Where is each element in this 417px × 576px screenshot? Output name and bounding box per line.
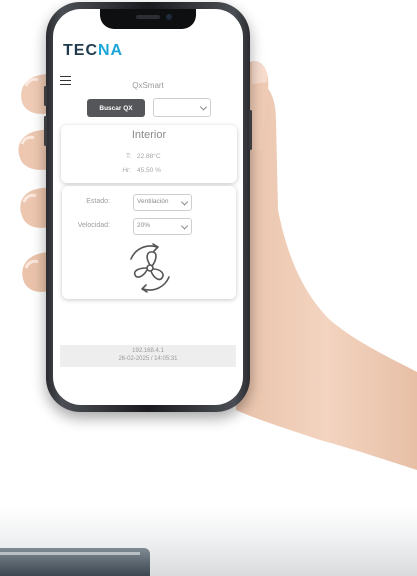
temperature-label: T:: [125, 153, 131, 160]
temperature-row: T: 22.88°C: [113, 153, 161, 160]
chevron-down-icon: [199, 102, 208, 111]
brand-logo-part2: NA: [98, 42, 124, 59]
ip-address: 192.168.4.1: [132, 348, 164, 354]
estado-value: Ventilación: [137, 198, 169, 205]
phone-power-button: [249, 110, 252, 150]
velocidad-select[interactable]: 20%: [133, 218, 192, 235]
temperature-value: 22.88°C: [137, 153, 161, 160]
brand-logo: TECNA: [63, 42, 123, 60]
fan-rotation-icon[interactable]: [123, 241, 177, 295]
humidity-row: Hr: 45.50 %: [113, 167, 161, 174]
humidity-label: Hr:: [122, 167, 131, 174]
control-card: Estado: Ventilación Velocidad: 20%: [62, 186, 236, 299]
humidity-value: 45.50 %: [137, 167, 161, 174]
interior-card: Interior T: 22.88°C Hr: 45.50 %: [61, 125, 237, 183]
phone-notch: [100, 9, 196, 29]
brand-logo-part1: TEC: [63, 42, 98, 59]
app-screen: TECNA QxSmart Buscar QX Interior T: 22.88…: [53, 9, 243, 405]
interior-title: Interior: [131, 129, 167, 141]
estado-select[interactable]: Ventilación: [133, 194, 192, 211]
search-qx-button[interactable]: Buscar QX: [87, 99, 145, 117]
device-select[interactable]: [153, 98, 211, 117]
date-time: 26-02-2025 / 14:05:31: [118, 356, 178, 362]
page-title: QxSmart: [132, 81, 164, 90]
status-footer: 192.168.4.1 26-02-2025 / 14:05:31: [60, 345, 236, 367]
speaker-icon: [136, 15, 160, 19]
velocidad-label: Velocidad:: [77, 222, 110, 229]
phone-side-button: [44, 86, 47, 106]
chevron-down-icon: [180, 197, 189, 206]
chevron-down-icon: [180, 221, 189, 230]
velocidad-value: 20%: [137, 222, 151, 229]
estado-label: Estado:: [86, 198, 110, 205]
camera-icon: [166, 14, 172, 20]
phone-volume-button: [44, 116, 47, 146]
background-device: [0, 548, 150, 576]
